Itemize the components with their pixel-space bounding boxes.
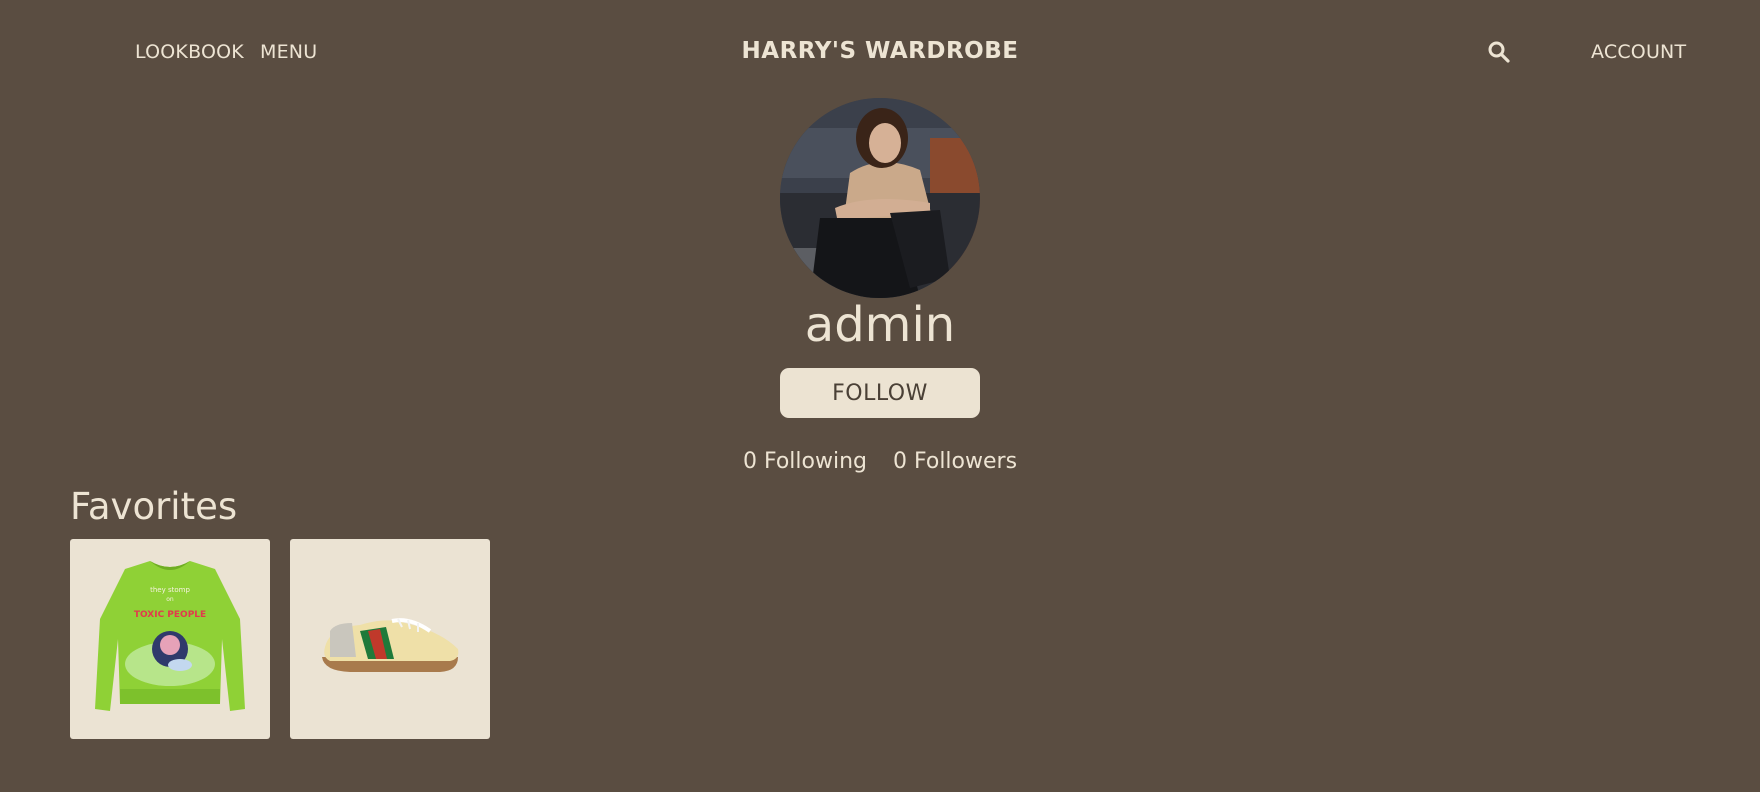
profile-avatar xyxy=(780,98,980,298)
sweater-text-3: TOXIC PEOPLE xyxy=(134,610,206,620)
nav-menu-link[interactable]: MENU xyxy=(260,41,317,63)
sweater-text-1: they stomp xyxy=(150,586,190,594)
follow-stats: 0 Following 0 Followers xyxy=(0,449,1760,474)
username: admin xyxy=(804,297,956,353)
sneaker-image xyxy=(322,618,459,672)
username-wrapper: admin xyxy=(0,297,1760,353)
following-count: 0 xyxy=(742,449,757,474)
sweater-text-2: on xyxy=(166,596,174,603)
nav-account-link[interactable]: ACCOUNT xyxy=(1591,41,1686,63)
followers-label: Followers xyxy=(913,449,1018,474)
following-stat[interactable]: 0 Following xyxy=(743,449,867,474)
sweater-image: they stomp on TOXIC PEOPLE xyxy=(95,561,245,711)
brand-logo-text[interactable]: HARRY'S WARDROBE xyxy=(742,38,1019,64)
profile-page: LOOKBOOK MENU HARRY'S WARDROBE ACCOUNT a… xyxy=(0,0,1760,792)
search-icon[interactable] xyxy=(1487,40,1511,64)
followers-count: 0 xyxy=(892,449,907,474)
following-label: Following xyxy=(763,449,867,474)
favorite-item-sneaker[interactable] xyxy=(290,539,490,739)
favorites-heading: Favorites xyxy=(70,485,238,528)
follow-button[interactable]: FOLLOW xyxy=(780,368,980,418)
favorite-item-sweater[interactable]: they stomp on TOXIC PEOPLE xyxy=(70,539,270,739)
nav-lookbook-link[interactable]: LOOKBOOK xyxy=(135,41,244,63)
followers-stat[interactable]: 0 Followers xyxy=(893,449,1017,474)
